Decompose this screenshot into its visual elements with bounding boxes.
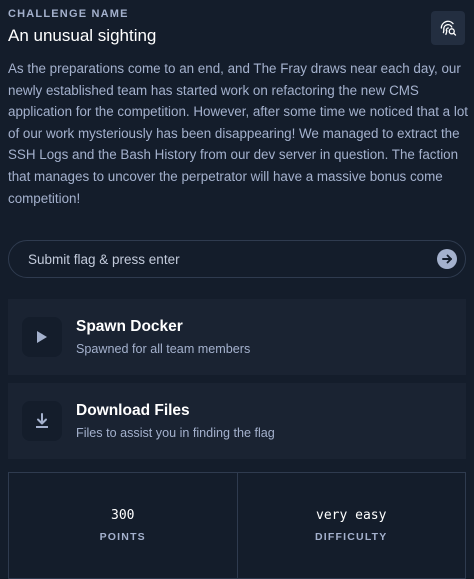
points-label: POINTS <box>99 531 146 543</box>
spawn-docker-card[interactable]: Spawn Docker Spawned for all team member… <box>8 299 466 375</box>
download-files-card[interactable]: Download Files Files to assist you in fi… <box>8 383 466 459</box>
difficulty-label: DIFFICULTY <box>315 531 388 543</box>
points-stat: 300 POINTS <box>9 473 237 578</box>
spawn-docker-title: Spawn Docker <box>76 318 183 335</box>
difficulty-stat: very easy DIFFICULTY <box>236 473 466 578</box>
play-icon <box>37 331 47 343</box>
play-icon-tile <box>22 317 62 357</box>
spawn-docker-subtitle: Spawned for all team members <box>76 342 251 356</box>
challenge-title: An unusual sighting <box>8 26 157 45</box>
fingerprint-search-icon <box>440 20 457 36</box>
submit-flag-button[interactable] <box>437 249 457 269</box>
download-icon <box>36 413 48 428</box>
download-files-subtitle: Files to assist you in finding the flag <box>76 426 275 440</box>
challenge-name-label: CHALLENGE NAME <box>8 8 129 20</box>
challenge-stats: 300 POINTS very easy DIFFICULTY <box>8 472 466 579</box>
download-files-title: Download Files <box>76 402 190 419</box>
challenge-description: As the preparations come to an end, and … <box>8 61 468 206</box>
flag-submit-form <box>8 240 466 278</box>
download-icon-tile <box>22 401 62 441</box>
difficulty-value: very easy <box>316 508 387 523</box>
fingerprint-search-button[interactable] <box>431 11 465 45</box>
arrow-right-icon <box>442 254 452 264</box>
flag-input[interactable] <box>28 251 408 267</box>
points-value: 300 <box>111 508 135 523</box>
